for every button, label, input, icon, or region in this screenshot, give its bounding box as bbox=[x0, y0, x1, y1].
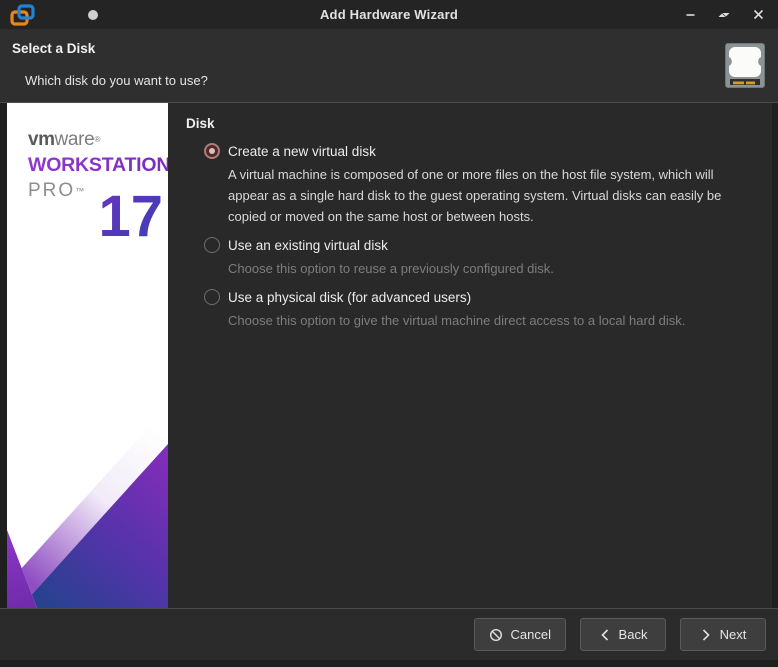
disk-options-panel: Disk Create a new virtual disk A virtual… bbox=[168, 103, 772, 608]
add-hardware-wizard-window: Add Hardware Wizard Select a Disk Which … bbox=[0, 0, 778, 667]
prohibition-icon bbox=[489, 628, 503, 642]
radio-button[interactable] bbox=[204, 289, 220, 305]
main-area: vmware® WORKSTATION PRO™ 17 bbox=[0, 103, 778, 608]
page-title: Select a Disk bbox=[12, 41, 95, 56]
option-label: Create a new virtual disk bbox=[228, 144, 376, 159]
option-use-physical-disk: Use a physical disk (for advanced users)… bbox=[186, 289, 758, 331]
cancel-button[interactable]: Cancel bbox=[474, 618, 566, 651]
option-create-new-virtual-disk: Create a new virtual disk A virtual mach… bbox=[186, 143, 758, 227]
radio-button[interactable] bbox=[204, 237, 220, 253]
option-label: Use a physical disk (for advanced users) bbox=[228, 290, 471, 305]
titlebar: Add Hardware Wizard bbox=[0, 0, 778, 29]
option-description: Choose this option to give the virtual m… bbox=[228, 310, 756, 331]
next-button[interactable]: Next bbox=[680, 618, 766, 651]
wizard-footer: Cancel Back Next bbox=[0, 608, 778, 660]
vmware-workstation-logo-icon bbox=[10, 4, 35, 26]
radio-row-use-physical-disk[interactable]: Use a physical disk (for advanced users) bbox=[204, 289, 758, 305]
unmaximize-icon bbox=[718, 9, 730, 21]
option-label: Use an existing virtual disk bbox=[228, 238, 388, 253]
close-icon bbox=[753, 9, 764, 20]
next-label: Next bbox=[720, 627, 747, 642]
vmware-wordmark: vmware® bbox=[28, 128, 168, 152]
titlebar-dot-icon bbox=[88, 10, 98, 20]
option-description: A virtual machine is composed of one or … bbox=[228, 164, 756, 227]
sidebar-ribbon-graphic bbox=[7, 398, 168, 608]
minus-icon bbox=[685, 9, 696, 20]
option-use-existing-virtual-disk: Use an existing virtual disk Choose this… bbox=[186, 237, 758, 279]
vmware-brand-sidebar: vmware® WORKSTATION PRO™ 17 bbox=[7, 103, 168, 608]
back-button[interactable]: Back bbox=[580, 618, 666, 651]
chevron-left-icon bbox=[599, 628, 611, 642]
window-title: Add Hardware Wizard bbox=[0, 7, 778, 22]
section-title: Disk bbox=[186, 116, 758, 131]
minimize-button[interactable] bbox=[678, 3, 702, 27]
close-button[interactable] bbox=[746, 3, 770, 27]
radio-row-use-existing-virtual-disk[interactable]: Use an existing virtual disk bbox=[204, 237, 758, 253]
option-description: Choose this option to reuse a previously… bbox=[228, 258, 756, 279]
workstation-wordmark: WORKSTATION bbox=[28, 152, 168, 178]
radio-row-create-new-virtual-disk[interactable]: Create a new virtual disk bbox=[204, 143, 758, 159]
back-label: Back bbox=[619, 627, 648, 642]
hard-disk-icon bbox=[725, 43, 765, 88]
window-controls bbox=[678, 0, 770, 29]
radio-button[interactable] bbox=[204, 143, 220, 159]
vmware-brand-block: vmware® WORKSTATION PRO™ 17 bbox=[7, 103, 168, 246]
page-subtitle: Which disk do you want to use? bbox=[25, 73, 208, 88]
window-bottom-border bbox=[0, 660, 778, 667]
restore-button[interactable] bbox=[712, 3, 736, 27]
wizard-header: Select a Disk Which disk do you want to … bbox=[0, 29, 778, 103]
cancel-label: Cancel bbox=[511, 627, 551, 642]
chevron-right-icon bbox=[700, 628, 712, 642]
